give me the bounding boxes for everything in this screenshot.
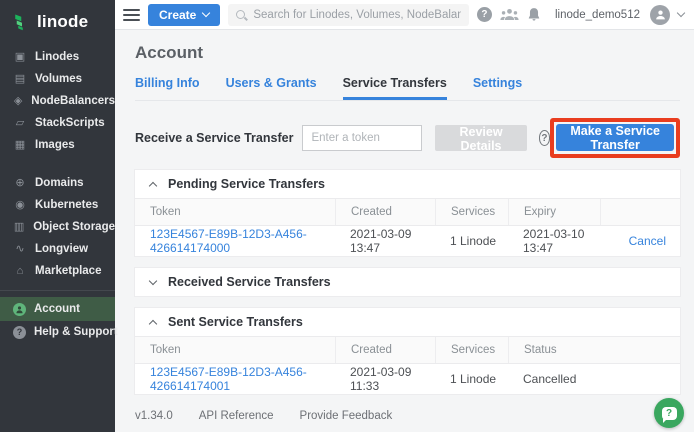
sidebar-divider: [0, 290, 115, 291]
account-page: Account Billing Info Users & Grants Serv…: [115, 30, 694, 432]
collapse-chevron-icon: [149, 319, 157, 327]
collapse-chevron-icon: [149, 181, 157, 189]
expand-chevron-icon: [149, 276, 157, 284]
cancel-transfer-link[interactable]: Cancel: [629, 234, 666, 248]
created-cell: 2021-03-09 13:47: [335, 227, 435, 255]
sidebar-item-images[interactable]: ▦ Images: [0, 134, 115, 156]
create-button[interactable]: Create: [148, 4, 220, 26]
main-area: Create ? linode_demo512 Account: [115, 0, 694, 432]
nodebalancers-icon: ◈: [13, 96, 23, 107]
review-details-button[interactable]: Review Details: [435, 125, 526, 151]
sidebar: linode ▣ Linodes ▤ Volumes ◈ NodeBalance…: [0, 0, 115, 432]
sidebar-item-marketplace[interactable]: ⌂ Marketplace: [0, 260, 115, 282]
sent-table-header: Token Created Services Status: [135, 336, 680, 364]
sidebar-nav-secondary: ⊕ Domains ◉ Kubernetes ▥ Object Storage …: [0, 172, 115, 282]
search-icon: [236, 10, 245, 19]
community-icon[interactable]: [500, 8, 519, 21]
chevron-down-icon: [202, 9, 210, 17]
hamburger-menu-icon[interactable]: [123, 9, 140, 21]
sidebar-spacer: [0, 156, 115, 172]
column-expiry: Expiry: [508, 199, 600, 225]
user-menu-chevron-icon[interactable]: [677, 9, 685, 17]
token-input[interactable]: [302, 125, 422, 151]
sidebar-item-linodes[interactable]: ▣ Linodes: [0, 46, 115, 68]
longview-icon: ∿: [13, 244, 27, 255]
account-tabs: Billing Info Users & Grants Service Tran…: [135, 76, 680, 101]
services-cell: 1 Linode: [435, 372, 508, 386]
sidebar-nav-bottom: Account ? Help & Support: [0, 297, 115, 343]
linode-cloud-manager: linode ▣ Linodes ▤ Volumes ◈ NodeBalance…: [0, 0, 694, 432]
column-services: Services: [435, 337, 508, 363]
linodes-icon: ▣: [13, 52, 27, 63]
sidebar-item-object-storage[interactable]: ▥ Object Storage: [0, 216, 115, 238]
sidebar-item-longview[interactable]: ∿ Longview: [0, 238, 115, 260]
sent-transfers-header[interactable]: Sent Service Transfers: [135, 308, 680, 336]
receive-transfer-row: Receive a Service Transfer Review Detail…: [135, 118, 680, 158]
column-token: Token: [135, 199, 335, 225]
tab-service-transfers[interactable]: Service Transfers: [343, 76, 447, 100]
version-label: v1.34.0: [135, 410, 173, 422]
column-token: Token: [135, 337, 335, 363]
provide-feedback-link[interactable]: Provide Feedback: [300, 410, 393, 422]
created-cell: 2021-03-09 11:33: [335, 365, 435, 393]
receive-transfer-label: Receive a Service Transfer: [135, 131, 293, 145]
linode-logo-text: linode: [37, 12, 88, 32]
tab-settings[interactable]: Settings: [473, 76, 522, 100]
column-status: Status: [508, 337, 680, 363]
kubernetes-icon: ◉: [13, 200, 27, 211]
sidebar-nav-primary: ▣ Linodes ▤ Volumes ◈ NodeBalancers ▱ St…: [0, 46, 115, 156]
pending-transfers-panel: Pending Service Transfers Token Created …: [135, 170, 680, 256]
received-transfers-header[interactable]: Received Service Transfers: [135, 268, 680, 296]
make-service-transfer-button[interactable]: Make a Service Transfer: [556, 124, 674, 151]
linode-logo[interactable]: linode: [0, 0, 115, 46]
help-icon[interactable]: ?: [477, 7, 492, 22]
column-created: Created: [335, 199, 435, 225]
help-circle-icon: ?: [13, 326, 26, 339]
table-row: 123E4567-E89B-12D3-A456-426614174001 202…: [135, 364, 680, 394]
sidebar-item-account[interactable]: Account: [0, 297, 115, 321]
column-actions: [600, 199, 680, 225]
search-input[interactable]: [253, 9, 461, 21]
pending-transfers-header[interactable]: Pending Service Transfers: [135, 170, 680, 198]
sidebar-item-volumes[interactable]: ▤ Volumes: [0, 68, 115, 90]
chat-bubble-icon: ?: [662, 407, 677, 420]
sent-transfers-panel: Sent Service Transfers Token Created Ser…: [135, 308, 680, 394]
stackscripts-icon: ▱: [13, 118, 27, 129]
footer: v1.34.0 API Reference Provide Feedback: [135, 410, 680, 422]
notifications-bell-icon[interactable]: [527, 7, 541, 22]
linode-logo-icon: [13, 13, 31, 31]
object-storage-icon: ▥: [13, 222, 25, 233]
pending-table-header: Token Created Services Expiry: [135, 198, 680, 226]
username-label[interactable]: linode_demo512: [555, 9, 640, 21]
transfer-token-link[interactable]: 123E4567-E89B-12D3-A456-426614174001: [150, 365, 307, 393]
column-created: Created: [335, 337, 435, 363]
expiry-cell: 2021-03-10 13:47: [508, 227, 600, 255]
images-icon: ▦: [13, 140, 27, 151]
token-help-icon[interactable]: ?: [539, 130, 551, 146]
account-icon: [13, 303, 26, 316]
sidebar-item-nodebalancers[interactable]: ◈ NodeBalancers: [0, 90, 115, 112]
status-cell: Cancelled: [508, 372, 680, 386]
global-search[interactable]: [228, 4, 469, 26]
avatar[interactable]: [650, 5, 670, 25]
sidebar-item-stackscripts[interactable]: ▱ StackScripts: [0, 112, 115, 134]
tab-users-grants[interactable]: Users & Grants: [226, 76, 317, 100]
column-services: Services: [435, 199, 508, 225]
volumes-icon: ▤: [13, 74, 27, 85]
domains-icon: ⊕: [13, 178, 27, 189]
api-reference-link[interactable]: API Reference: [199, 410, 274, 422]
support-chat-button[interactable]: ?: [654, 398, 684, 428]
annotation-highlight: Make a Service Transfer: [550, 118, 680, 158]
tab-billing-info[interactable]: Billing Info: [135, 76, 200, 100]
sidebar-item-help-support[interactable]: ? Help & Support: [0, 321, 115, 343]
table-row: 123E4567-E89B-12D3-A456-426614174000 202…: [135, 226, 680, 256]
transfer-token-link[interactable]: 123E4567-E89B-12D3-A456-426614174000: [150, 227, 307, 255]
services-cell: 1 Linode: [435, 234, 508, 248]
page-title: Account: [135, 43, 680, 63]
marketplace-icon: ⌂: [13, 266, 27, 277]
sidebar-item-domains[interactable]: ⊕ Domains: [0, 172, 115, 194]
received-transfers-panel: Received Service Transfers: [135, 268, 680, 296]
topbar: Create ? linode_demo512: [115, 0, 694, 30]
sidebar-item-kubernetes[interactable]: ◉ Kubernetes: [0, 194, 115, 216]
